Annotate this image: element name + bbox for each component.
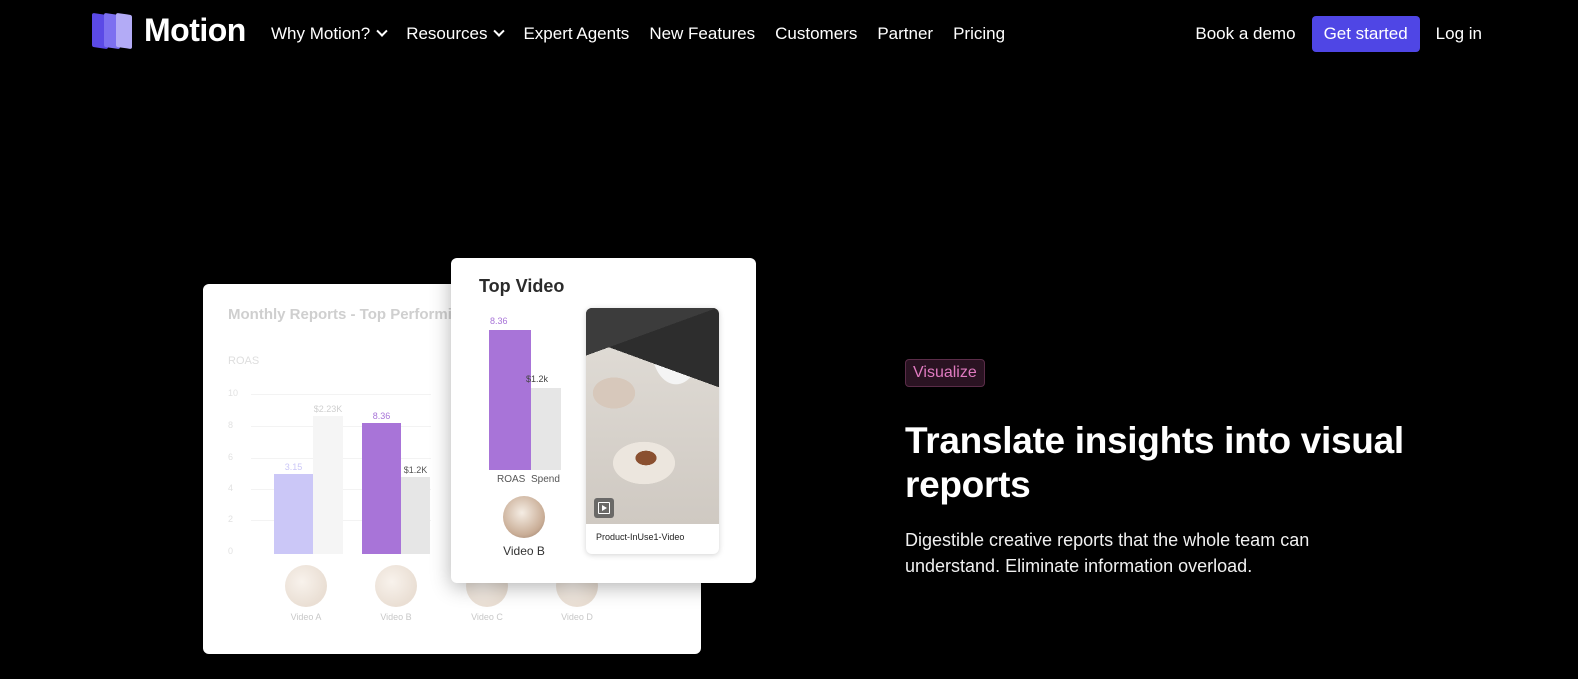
video-thumbnail [285, 565, 327, 607]
video-label: Video C [471, 612, 503, 622]
nav-item-label: New Features [649, 24, 756, 43]
hero-headline: Translate insights into visual reports [905, 420, 1404, 505]
video-caption: Product-InUse1-Video [596, 532, 685, 542]
hero-subtext: Digestible creative reports that the who… [905, 530, 1310, 576]
spend-category-label: Spend [531, 474, 560, 485]
video-preview-card[interactable]: Product-InUse1-Video [586, 308, 719, 554]
roas-category-label: ROAS [497, 474, 526, 485]
section-badge: Visualize [905, 359, 985, 387]
y-tick-label: 4 [228, 483, 234, 493]
y-axis-label: ROAS [228, 355, 260, 367]
nav-item-partner[interactable]: Partner [877, 24, 933, 44]
nav-actions: Book a demo Get started Log in [1195, 16, 1482, 52]
video-preview-image [586, 308, 719, 524]
roas-value-label: 8.36 [490, 316, 508, 326]
top-video-card: Top Video 8.36 $1.2k ROAS Spend Video B … [451, 258, 756, 583]
logo[interactable]: Motion [92, 12, 246, 49]
video-label: Video D [561, 612, 593, 622]
nav-item-label: Resources [406, 24, 488, 43]
book-demo-link[interactable]: Book a demo [1195, 24, 1295, 44]
y-tick-label: 8 [228, 420, 234, 430]
y-tick-label: 6 [228, 452, 234, 462]
nav-item-why-motion[interactable]: Why Motion? [271, 24, 388, 44]
nav-item-label: Partner [877, 24, 934, 43]
report-bar [362, 422, 401, 554]
nav-item-label: Why Motion? [271, 24, 371, 43]
login-link[interactable]: Log in [1436, 24, 1482, 44]
nav-item-expert-agents[interactable]: Expert Agents [523, 24, 629, 44]
y-tick-label: 0 [228, 546, 234, 556]
video-label: Video A [290, 612, 322, 622]
nav-item-resources[interactable]: Resources [406, 24, 506, 44]
nav-item-pricing[interactable]: Pricing [953, 24, 1005, 44]
roas-bar [489, 330, 531, 470]
gridline [251, 394, 431, 395]
report-bar-label: $1.2K [403, 465, 428, 476]
nav-item-new-features[interactable]: New Features [649, 24, 755, 44]
report-bar [313, 416, 343, 554]
chevron-down-icon [376, 25, 388, 37]
y-tick-label: 2 [228, 514, 234, 524]
nav-item-customers[interactable]: Customers [775, 24, 857, 44]
motion-logo-icon [92, 12, 134, 49]
report-bar [401, 477, 430, 554]
get-started-button[interactable]: Get started [1311, 16, 1420, 52]
chevron-down-icon [493, 25, 506, 37]
nav-item-label: Customers [775, 24, 858, 43]
video-b-thumbnail [503, 496, 545, 538]
y-tick-label: 10 [228, 388, 239, 398]
video-thumbnail [375, 565, 417, 607]
nav-item-label: Expert Agents [523, 24, 630, 43]
video-b-label: Video B [503, 544, 545, 558]
play-icon[interactable] [594, 498, 614, 518]
report-bar-label: 3.15 [284, 462, 303, 472]
video-label: Video B [380, 612, 412, 622]
report-bar-label: 8.36 [372, 410, 391, 421]
nav-item-label: Pricing [953, 24, 1006, 43]
spend-bar [531, 388, 561, 470]
top-video-title: Top Video [479, 276, 565, 296]
spend-value-label: $1.2k [526, 374, 549, 384]
report-bar-label: $2.23K [313, 404, 343, 415]
report-title: Monthly Reports - Top Performi [228, 306, 452, 323]
report-bar [274, 474, 313, 554]
top-nav: Motion Why Motion? Resources Expert Agen… [0, 0, 1578, 68]
logo-text: Motion [144, 12, 246, 48]
nav-links: Why Motion? Resources Expert Agents New … [271, 24, 1005, 44]
